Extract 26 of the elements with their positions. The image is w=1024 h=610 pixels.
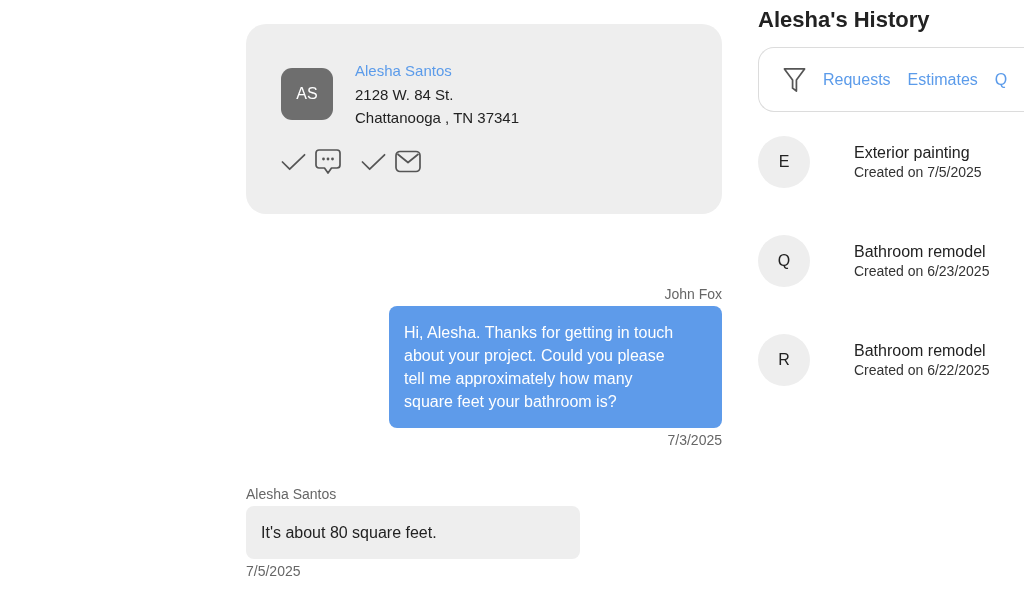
filter-tab[interactable]: Requests: [823, 69, 891, 90]
sender-name: John Fox: [664, 285, 722, 303]
chat-bubble-icon: [315, 149, 341, 174]
sender-name: Alesha Santos: [246, 485, 337, 503]
filter-tab[interactable]: Q: [994, 69, 1008, 90]
contact-name-link[interactable]: Alesha Santos: [355, 62, 452, 79]
history-title: Alesha's History: [758, 6, 931, 34]
message-date: 7/3/2025: [667, 431, 722, 449]
filter-tab[interactable]: Estimates: [907, 69, 978, 90]
avatar: AS: [281, 68, 333, 120]
message-date: 7/5/2025: [246, 562, 301, 580]
created-date: Created on 7/5/2025: [854, 163, 982, 181]
message-bubble: Hi, Alesha. Thanks for getting in touch about your project. Could you please tell me approximately how many square feet your bathroom is?: [389, 306, 722, 428]
message-bubble: It's about 80 square feet.: [246, 506, 580, 559]
history-item-title[interactable]: Bathroom remodel: [854, 341, 990, 361]
address-line: Chattanooga , TN 37341: [355, 108, 519, 128]
address-line: 2128 W. 84 St.: [355, 85, 455, 105]
envelope-icon: [395, 149, 421, 174]
letter-avatar: E: [758, 136, 810, 188]
filter-icon[interactable]: [783, 66, 806, 93]
history-item-title[interactable]: Exterior painting: [854, 143, 982, 163]
history-item-title[interactable]: Bathroom remodel: [854, 242, 990, 262]
letter-avatar: R: [758, 334, 810, 386]
created-date: Created on 6/22/2025: [854, 361, 990, 379]
created-date: Created on 6/23/2025: [854, 262, 990, 280]
letter-avatar: Q: [758, 235, 810, 287]
